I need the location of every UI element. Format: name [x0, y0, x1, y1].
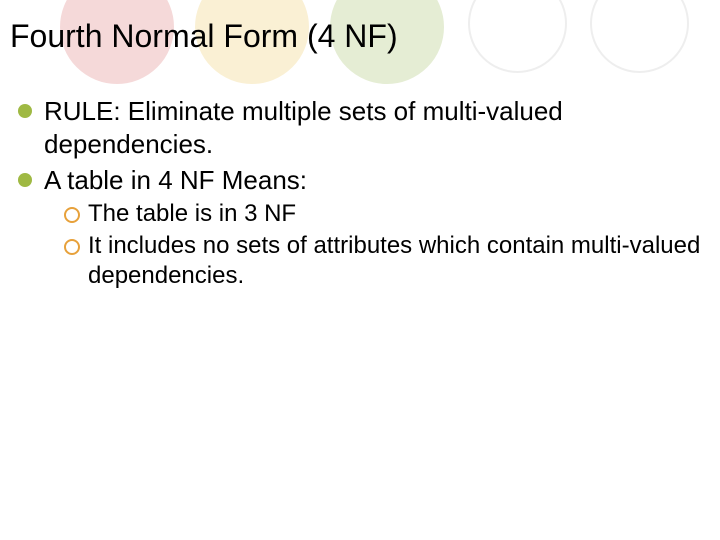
sub-bullet-item-2: It includes no sets of attributes which … — [64, 231, 710, 291]
slide-title: Fourth Normal Form (4 NF) — [10, 18, 710, 55]
slide-content: Fourth Normal Form (4 NF) RULE: Eliminat… — [0, 0, 720, 291]
bullet-list: RULE: Eliminate multiple sets of multi-v… — [10, 95, 710, 291]
bullet-item-2: A table in 4 NF Means: The table is in 3… — [18, 164, 710, 291]
sub-bullet-text: It includes no sets of attributes which … — [88, 232, 700, 289]
sub-bullet-text: The table is in 3 NF — [88, 200, 296, 227]
sub-bullet-item-1: The table is in 3 NF — [64, 199, 710, 229]
bullet-text: A table in 4 NF Means: — [44, 165, 307, 195]
sub-bullet-list: The table is in 3 NF It includes no sets… — [44, 199, 710, 291]
bullet-item-1: RULE: Eliminate multiple sets of multi-v… — [18, 95, 710, 160]
bullet-text: RULE: Eliminate multiple sets of multi-v… — [44, 96, 563, 159]
